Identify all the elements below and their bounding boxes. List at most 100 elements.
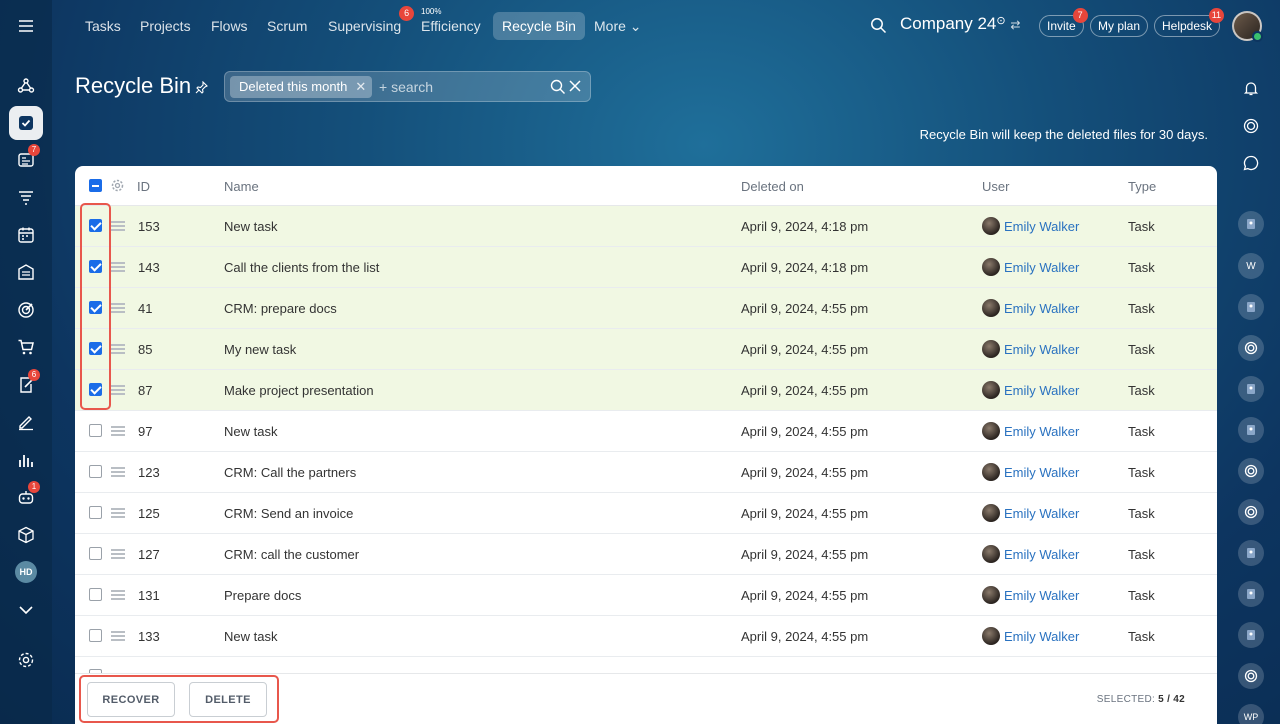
- drag-handle-icon[interactable]: [111, 385, 125, 395]
- copilot-icon[interactable]: [1238, 335, 1264, 361]
- table-row[interactable]: 41 CRM: prepare docs April 9, 2024, 4:55 p…: [75, 288, 1217, 329]
- drag-handle-icon[interactable]: [111, 590, 125, 600]
- tab-scrum[interactable]: Scrum: [258, 12, 316, 40]
- drag-handle-icon[interactable]: [111, 508, 125, 518]
- filter-chip[interactable]: Deleted this month ✕: [230, 76, 373, 98]
- column-header-user[interactable]: User: [982, 179, 1009, 194]
- tab-supervising[interactable]: Supervising 6: [319, 6, 415, 40]
- row-user-link[interactable]: Emily Walker: [1004, 219, 1079, 234]
- row-checkbox[interactable]: [89, 588, 102, 601]
- select-all-checkbox[interactable]: [89, 179, 102, 192]
- user-card-icon[interactable]: [1238, 294, 1264, 320]
- tab-flows[interactable]: Flows: [202, 12, 257, 40]
- building-icon[interactable]: [9, 255, 43, 289]
- row-user-link[interactable]: Emily Walker: [1004, 383, 1079, 398]
- feed-icon[interactable]: 7: [9, 143, 43, 177]
- table-row[interactable]: 123 CRM: Call the partners April 9, 2024, …: [75, 452, 1217, 493]
- table-row[interactable]: 125 CRM: Send an invoice April 9, 2024, 4:…: [75, 493, 1217, 534]
- row-user-link[interactable]: Emily Walker: [1004, 588, 1079, 603]
- row-checkbox[interactable]: [89, 301, 102, 314]
- tab-tasks[interactable]: Tasks: [76, 12, 130, 40]
- row-user-link[interactable]: Emily Walker: [1004, 547, 1079, 562]
- helpdesk-button[interactable]: Helpdesk 11: [1154, 8, 1225, 37]
- row-user-link[interactable]: Emily Walker: [1004, 301, 1079, 316]
- settings-gear-icon[interactable]: [111, 179, 124, 197]
- user-card-icon[interactable]: [1238, 622, 1264, 648]
- user-card-icon[interactable]: [1238, 417, 1264, 443]
- table-row[interactable]: 153 New task April 9, 2024, 4:18 pm Emily W…: [75, 206, 1217, 247]
- drag-handle-icon[interactable]: [111, 549, 125, 559]
- row-checkbox[interactable]: [89, 342, 102, 355]
- calendar-icon[interactable]: [9, 218, 43, 252]
- tab-recycle-bin[interactable]: Recycle Bin: [493, 12, 585, 40]
- drag-handle-icon[interactable]: [111, 221, 125, 231]
- row-user-link[interactable]: Emily Walker: [1004, 424, 1079, 439]
- table-row[interactable]: 85 My new task April 9, 2024, 4:55 pm Emily…: [75, 329, 1217, 370]
- column-header-type[interactable]: Type: [1128, 179, 1156, 194]
- row-user-link[interactable]: Emily Walker: [1004, 506, 1079, 521]
- row-user-link[interactable]: Emily Walker: [1004, 342, 1079, 357]
- row-checkbox[interactable]: [89, 383, 102, 396]
- box-icon[interactable]: [9, 518, 43, 552]
- user-avatar-hd[interactable]: HD: [9, 555, 43, 589]
- delete-button[interactable]: DELETE: [189, 682, 267, 717]
- row-user-link[interactable]: Emily Walker: [1004, 465, 1079, 480]
- clear-icon[interactable]: [568, 79, 582, 98]
- copilot-icon[interactable]: [1238, 113, 1264, 139]
- gear-icon[interactable]: [9, 643, 43, 677]
- row-checkbox[interactable]: [89, 629, 102, 642]
- drag-handle-icon[interactable]: [111, 467, 125, 477]
- tab-more[interactable]: More ⌄: [585, 12, 651, 40]
- bell-icon[interactable]: [1238, 75, 1264, 101]
- copilot-icon[interactable]: [1238, 458, 1264, 484]
- menu-icon[interactable]: [9, 9, 43, 43]
- table-row[interactable]: 131 Prepare docs April 9, 2024, 4:55 pm Emi…: [75, 575, 1217, 616]
- contact-avatar-w[interactable]: W: [1238, 253, 1264, 279]
- drag-handle-icon[interactable]: [111, 262, 125, 272]
- chevron-down-icon[interactable]: [9, 593, 43, 627]
- invite-button[interactable]: Invite 7: [1039, 8, 1088, 37]
- doc-edit-icon[interactable]: 6: [9, 368, 43, 402]
- user-card-icon[interactable]: [1238, 211, 1264, 237]
- pin-icon[interactable]: [195, 80, 208, 99]
- row-checkbox[interactable]: [89, 219, 102, 232]
- recover-button[interactable]: RECOVER: [87, 682, 175, 717]
- target-icon[interactable]: [9, 293, 43, 327]
- row-checkbox[interactable]: [89, 506, 102, 519]
- chat-icon[interactable]: [1238, 150, 1264, 176]
- column-header-id[interactable]: ID: [137, 179, 150, 194]
- row-checkbox[interactable]: [89, 547, 102, 560]
- search-input[interactable]: [379, 77, 529, 97]
- tasks-icon[interactable]: [9, 106, 43, 140]
- table-row[interactable]: 143 Call the clients from the list April 9…: [75, 247, 1217, 288]
- table-row[interactable]: 133 New task April 9, 2024, 4:55 pm Emily W…: [75, 616, 1217, 657]
- column-header-name[interactable]: Name: [224, 179, 259, 194]
- drag-handle-icon[interactable]: [111, 303, 125, 313]
- user-card-icon[interactable]: [1238, 581, 1264, 607]
- user-card-icon[interactable]: [1238, 376, 1264, 402]
- column-header-deleted-on[interactable]: Deleted on: [741, 179, 804, 194]
- company-name[interactable]: Company 24⊙ ⇄: [900, 14, 1020, 34]
- robot-icon[interactable]: 1: [9, 480, 43, 514]
- row-checkbox[interactable]: [89, 465, 102, 478]
- tab-projects[interactable]: Projects: [131, 12, 200, 40]
- contact-avatar-wp[interactable]: WP: [1238, 704, 1264, 724]
- row-user-link[interactable]: Emily Walker: [1004, 260, 1079, 275]
- table-row[interactable]: 97 New task April 9, 2024, 4:55 pm Emily Wa…: [75, 411, 1217, 452]
- table-row[interactable]: 127 CRM: call the customer April 9, 2024, …: [75, 534, 1217, 575]
- network-icon[interactable]: [9, 69, 43, 103]
- table-row[interactable]: 87 Make project presentation April 9, 2024…: [75, 370, 1217, 411]
- drag-handle-icon[interactable]: [111, 426, 125, 436]
- drag-handle-icon[interactable]: [111, 631, 125, 641]
- row-checkbox[interactable]: [89, 260, 102, 273]
- copilot-icon[interactable]: [1238, 663, 1264, 689]
- chip-close-icon[interactable]: ✕: [355, 79, 366, 94]
- user-card-icon[interactable]: [1238, 540, 1264, 566]
- search-icon[interactable]: [550, 79, 566, 100]
- cart-icon[interactable]: [9, 330, 43, 364]
- my-plan-button[interactable]: My plan: [1090, 15, 1149, 37]
- search-icon[interactable]: [870, 17, 887, 39]
- filter-search-bar[interactable]: Deleted this month ✕: [224, 71, 591, 102]
- profile-avatar[interactable]: [1232, 11, 1263, 42]
- row-checkbox[interactable]: [89, 424, 102, 437]
